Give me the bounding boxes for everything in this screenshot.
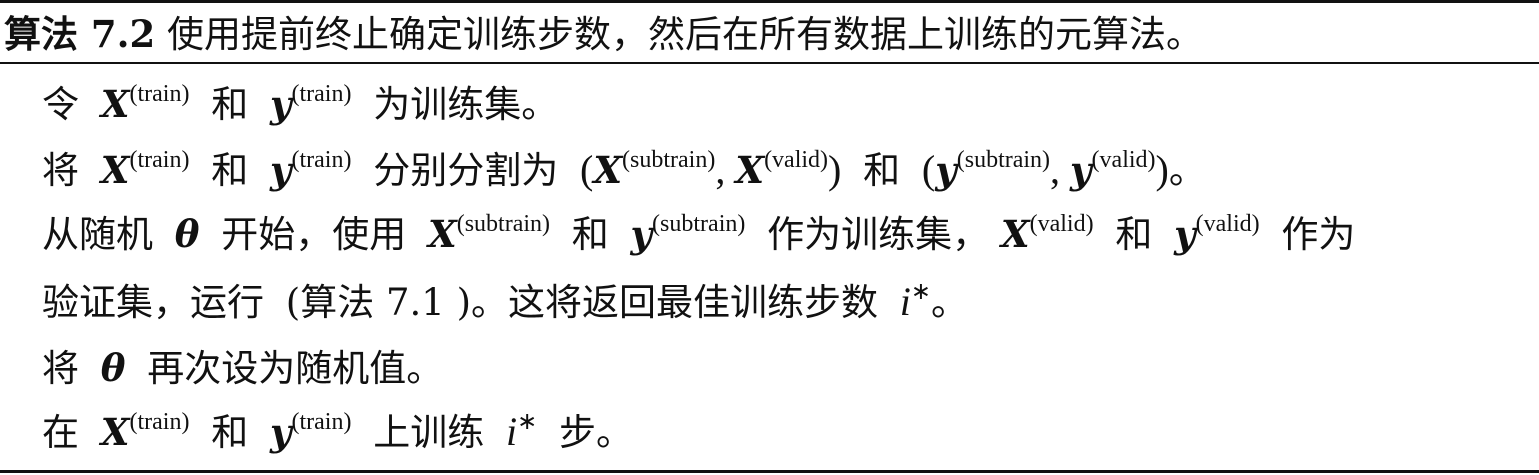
algorithm-caption: 算法 7.2 使用提前终止确定训练步数，然后在所有数据上训练的元算法。 xyxy=(4,10,1203,59)
math-y: y xyxy=(269,410,292,454)
step-text: 和 xyxy=(211,83,249,126)
step-text: 从随机 xyxy=(42,213,153,256)
step-text: 验证集，运行 xyxy=(42,281,264,324)
caption-rule xyxy=(0,62,1539,64)
math-y: y xyxy=(269,148,292,192)
sup-valid: (valid) xyxy=(1029,211,1094,237)
sup-subtrain: (subtrain) xyxy=(652,211,746,237)
math-y: y xyxy=(1070,148,1092,192)
math-X: X xyxy=(1000,212,1030,256)
sup-valid: (valid) xyxy=(764,147,829,173)
sup-valid: (valid) xyxy=(1091,147,1156,173)
math-y: y xyxy=(630,212,653,256)
paren-open: ( xyxy=(579,147,594,192)
step-text: 上训练 xyxy=(373,411,485,454)
math-X: X xyxy=(593,148,623,192)
step-text: 步。 xyxy=(558,411,633,454)
algorithm-step-1: 令 X(train) 和 y(train) 为训练集。 xyxy=(42,80,558,129)
step-text: 为训练集。 xyxy=(373,83,559,126)
step-text: 和 xyxy=(211,149,249,192)
algorithm-step-2: 将 X(train) 和 y(train) 分别分割为 (X(subtrain)… xyxy=(42,146,1206,195)
math-X: X xyxy=(735,148,765,192)
step-text: (算法 7.1 )。这将返回最佳训练步数 xyxy=(285,281,878,324)
sup-star: ∗ xyxy=(517,409,538,435)
math-X: X xyxy=(427,212,457,256)
math-X: X xyxy=(100,82,130,126)
math-theta: θ xyxy=(100,346,126,390)
sup-subtrain: (subtrain) xyxy=(622,147,716,173)
step-text: 开始，使用 xyxy=(221,213,407,256)
paren-open: ( xyxy=(921,147,936,192)
step-text: 令 xyxy=(42,83,79,126)
step-text: 作为训练集， xyxy=(767,213,990,256)
top-rule xyxy=(0,0,1539,3)
sup-train: (train) xyxy=(291,409,352,435)
algorithm-title: 使用提前终止确定训练步数，然后在所有数据上训练的元算法。 xyxy=(167,13,1204,56)
step-text: 在 xyxy=(42,411,79,454)
paren-close: ) xyxy=(1155,147,1169,192)
algorithm-step-6: 在 X(train) 和 y(train) 上训练 i∗ 步。 xyxy=(42,408,633,457)
bottom-rule xyxy=(0,470,1539,473)
step-text: 作为 xyxy=(1281,213,1356,256)
sup-valid: (valid) xyxy=(1195,211,1260,237)
math-y: y xyxy=(935,148,957,192)
paren-close: ) xyxy=(828,147,842,192)
math-theta: θ xyxy=(174,212,200,256)
step-text: 和 xyxy=(863,149,901,192)
math-X: X xyxy=(100,148,130,192)
sup-train: (train) xyxy=(129,81,190,107)
math-y: y xyxy=(1174,212,1196,256)
math-i: i xyxy=(505,409,518,454)
math-i: i xyxy=(899,279,911,324)
step-text: 分别分割为 xyxy=(373,149,559,192)
sup-train: (train) xyxy=(129,147,190,173)
period: 。 xyxy=(1168,149,1206,192)
step-text: 将 xyxy=(42,347,79,390)
comma: , xyxy=(1050,147,1061,192)
sup-subtrain: (subtrain) xyxy=(956,147,1051,173)
sup-train: (train) xyxy=(129,409,190,435)
math-X: X xyxy=(100,410,130,454)
math-y: y xyxy=(269,82,292,126)
step-text: 再次设为随机值。 xyxy=(147,347,444,390)
algorithm-label: 算法 7.2 xyxy=(4,12,156,56)
step-text: 和 xyxy=(211,411,249,454)
sup-star: ∗ xyxy=(910,279,931,305)
step-text: 将 xyxy=(42,149,79,192)
step-text: 和 xyxy=(1115,213,1153,256)
algorithm-step-4: 验证集，运行 (算法 7.1 )。这将返回最佳训练步数 i∗。 xyxy=(42,278,968,327)
sup-subtrain: (subtrain) xyxy=(456,211,551,237)
step-text: 和 xyxy=(571,213,609,256)
sup-train: (train) xyxy=(291,147,352,173)
sup-train: (train) xyxy=(291,81,352,107)
comma: , xyxy=(715,147,726,192)
period: 。 xyxy=(931,281,968,324)
algorithm-step-5: 将 θ 再次设为随机值。 xyxy=(42,344,443,393)
algorithm-step-3: 从随机 θ 开始，使用 X(subtrain) 和 y(subtrain) 作为… xyxy=(42,210,1355,259)
